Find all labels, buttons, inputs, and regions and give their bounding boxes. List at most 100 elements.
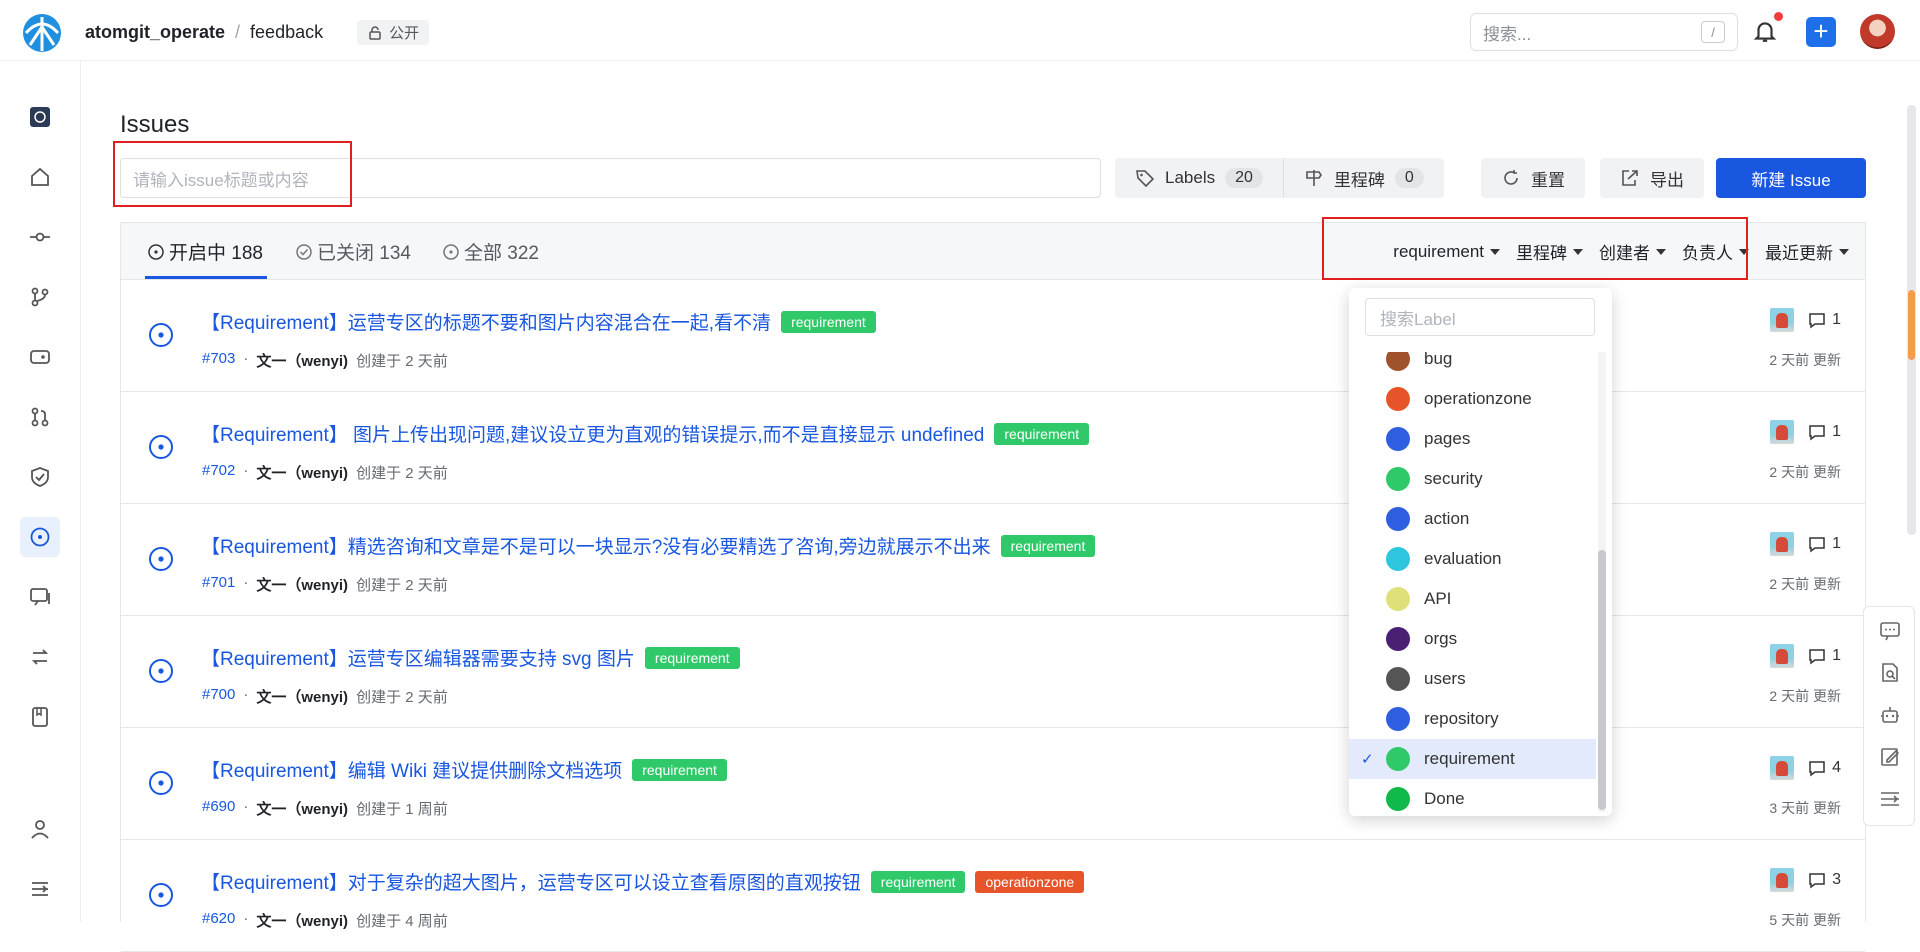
sidebar-item-issues[interactable] <box>20 517 60 557</box>
global-search-input[interactable]: 搜索... / <box>1470 13 1738 51</box>
comment-count[interactable]: 1 <box>1808 311 1841 329</box>
issue-row[interactable]: 【Requirement】对于复杂的超大图片，运营专区可以设立查看原图的直观按钮… <box>121 840 1865 952</box>
assignee-avatar[interactable] <box>1770 532 1795 556</box>
dropdown-scrollbar-thumb[interactable] <box>1598 550 1606 810</box>
label-option[interactable]: API <box>1349 579 1596 619</box>
issue-title[interactable]: 【Requirement】编辑 Wiki 建议提供删除文档选项 <box>201 756 622 783</box>
sidebar-item-members[interactable] <box>20 809 60 849</box>
issue-title[interactable]: 【Requirement】精选咨询和文章是不是可以一块显示?没有必要精选了咨询,… <box>201 532 991 559</box>
collapse-panel-icon[interactable] <box>1878 787 1902 811</box>
label-option[interactable]: operationzone <box>1349 379 1596 419</box>
issue-number[interactable]: #690 <box>202 798 235 819</box>
assignee-avatar[interactable] <box>1770 644 1795 668</box>
issue-label-badge[interactable]: requirement <box>781 310 876 333</box>
comment-count[interactable]: 1 <box>1808 535 1841 553</box>
issue-created: 创建于 2 天前 <box>356 577 448 594</box>
issue-number[interactable]: #700 <box>202 686 235 707</box>
sidebar-item-pull-requests[interactable] <box>20 397 60 437</box>
label-search-placeholder: 搜索Label <box>1380 309 1456 329</box>
label-option[interactable]: Done <box>1349 779 1596 812</box>
issue-title-line: 【Requirement】运营专区编辑器需要支持 svg 图片 requirem… <box>201 644 740 671</box>
sidebar-item-tags[interactable] <box>20 337 60 377</box>
issue-author[interactable]: 文一（wenyi) <box>256 910 348 931</box>
issue-label-badge[interactable]: requirement <box>644 646 740 669</box>
assignee-avatar[interactable] <box>1770 308 1795 332</box>
label-option[interactable]: repository <box>1349 699 1596 739</box>
issue-label-badge[interactable]: requirement <box>994 422 1090 445</box>
edit-icon[interactable] <box>1878 745 1902 769</box>
issue-title[interactable]: 【Requirement】对于复杂的超大图片，运营专区可以设立查看原图的直观按钮 <box>201 868 861 895</box>
label-option[interactable]: security <box>1349 459 1596 499</box>
sidebar-item-repo-avatar[interactable] <box>20 97 60 137</box>
chat-icon[interactable] <box>1878 619 1902 643</box>
create-new-button[interactable]: + <box>1806 17 1836 47</box>
assignee-avatar[interactable] <box>1770 420 1795 444</box>
labels-button[interactable]: Labels 20 <box>1115 158 1283 198</box>
issue-author[interactable]: 文一（wenyi) <box>256 798 348 819</box>
label-color-dot <box>1386 667 1410 691</box>
issue-label-badge[interactable]: requirement <box>1000 534 1096 557</box>
open-issue-icon <box>149 659 173 683</box>
user-icon <box>31 820 49 839</box>
issue-number[interactable]: #620 <box>202 910 235 931</box>
breadcrumb-repo[interactable]: feedback <box>250 22 323 43</box>
sidebar-collapse-button[interactable] <box>20 869 60 909</box>
atomgit-logo[interactable] <box>22 13 62 53</box>
issue-author[interactable]: 文一（wenyi) <box>256 574 348 595</box>
tab-closed[interactable]: 已关闭 134 <box>295 238 411 265</box>
issue-title[interactable]: 【Requirement】运营专区的标题不要和图片内容混合在一起,看不清 <box>201 308 771 335</box>
comment-count[interactable]: 3 <box>1808 871 1841 889</box>
assignee-avatar[interactable] <box>1770 756 1795 780</box>
sidebar-item-branches[interactable] <box>20 277 60 317</box>
label-option[interactable]: pages <box>1349 419 1596 459</box>
reset-button[interactable]: 重置 <box>1481 158 1585 198</box>
label-color-dot <box>1386 627 1410 651</box>
label-option[interactable]: users <box>1349 659 1596 699</box>
issue-tabs-bar: 开启中 188 已关闭 134 全部 322 requirement 里程碑 创… <box>121 217 1865 280</box>
robot-icon[interactable] <box>1878 703 1902 727</box>
label-search-input[interactable]: 搜索Label <box>1365 298 1595 336</box>
label-option[interactable]: bug <box>1349 352 1596 379</box>
sidebar-item-actions[interactable] <box>20 637 60 677</box>
breadcrumb-owner[interactable]: atomgit_operate <box>85 22 225 43</box>
comment-count[interactable]: 4 <box>1808 759 1841 777</box>
milestones-button[interactable]: 里程碑 0 <box>1284 158 1444 198</box>
doc-search-icon[interactable] <box>1878 661 1902 685</box>
sidebar-item-home[interactable] <box>20 157 60 197</box>
issue-number[interactable]: #701 <box>202 574 235 595</box>
issue-title-line: 【Requirement】编辑 Wiki 建议提供删除文档选项 requirem… <box>201 756 727 783</box>
issue-author[interactable]: 文一（wenyi) <box>256 462 348 483</box>
bell-icon[interactable] <box>1752 18 1778 44</box>
reset-button-label: 重置 <box>1531 170 1565 190</box>
issue-author[interactable]: 文一（wenyi) <box>256 686 348 707</box>
label-option[interactable]: evaluation <box>1349 539 1596 579</box>
issue-label-badge[interactable]: operationzone <box>975 870 1085 893</box>
user-avatar[interactable] <box>1860 14 1895 49</box>
sidebar-item-commits[interactable] <box>20 217 60 257</box>
sidebar-item-discussions[interactable] <box>20 577 60 617</box>
export-button[interactable]: 导出 <box>1600 158 1704 198</box>
issue-number[interactable]: #703 <box>202 350 235 371</box>
issue-label-badge[interactable]: requirement <box>870 870 966 893</box>
label-option[interactable]: ✓ requirement <box>1349 739 1596 779</box>
sidebar-item-security[interactable] <box>20 457 60 497</box>
issue-title[interactable]: 【Requirement】运营专区编辑器需要支持 svg 图片 <box>201 644 635 671</box>
tab-open[interactable]: 开启中 188 <box>147 238 263 265</box>
label-option[interactable]: orgs <box>1349 619 1596 659</box>
issue-number[interactable]: #702 <box>202 462 235 483</box>
new-issue-button[interactable]: 新建 Issue <box>1716 158 1866 198</box>
assignee-avatar[interactable] <box>1770 868 1795 892</box>
issue-created: 创建于 4 周前 <box>356 913 448 930</box>
issue-updated: 2 天前 更新 <box>1769 464 1841 480</box>
label-option[interactable]: action <box>1349 499 1596 539</box>
issue-icon <box>30 527 50 547</box>
sort-dropdown[interactable]: 最近更新 <box>1765 239 1849 264</box>
sidebar-item-wiki[interactable] <box>20 697 60 737</box>
comment-count[interactable]: 1 <box>1808 647 1841 665</box>
comment-count[interactable]: 1 <box>1808 423 1841 441</box>
branch-icon <box>31 287 49 307</box>
tab-all[interactable]: 全部 322 <box>442 238 539 265</box>
issue-title[interactable]: 【Requirement】 图片上传出现问题,建议设立更为直观的错误提示,而不是… <box>201 420 984 447</box>
issue-author[interactable]: 文一（wenyi) <box>256 350 348 371</box>
issue-label-badge[interactable]: requirement <box>632 758 727 781</box>
